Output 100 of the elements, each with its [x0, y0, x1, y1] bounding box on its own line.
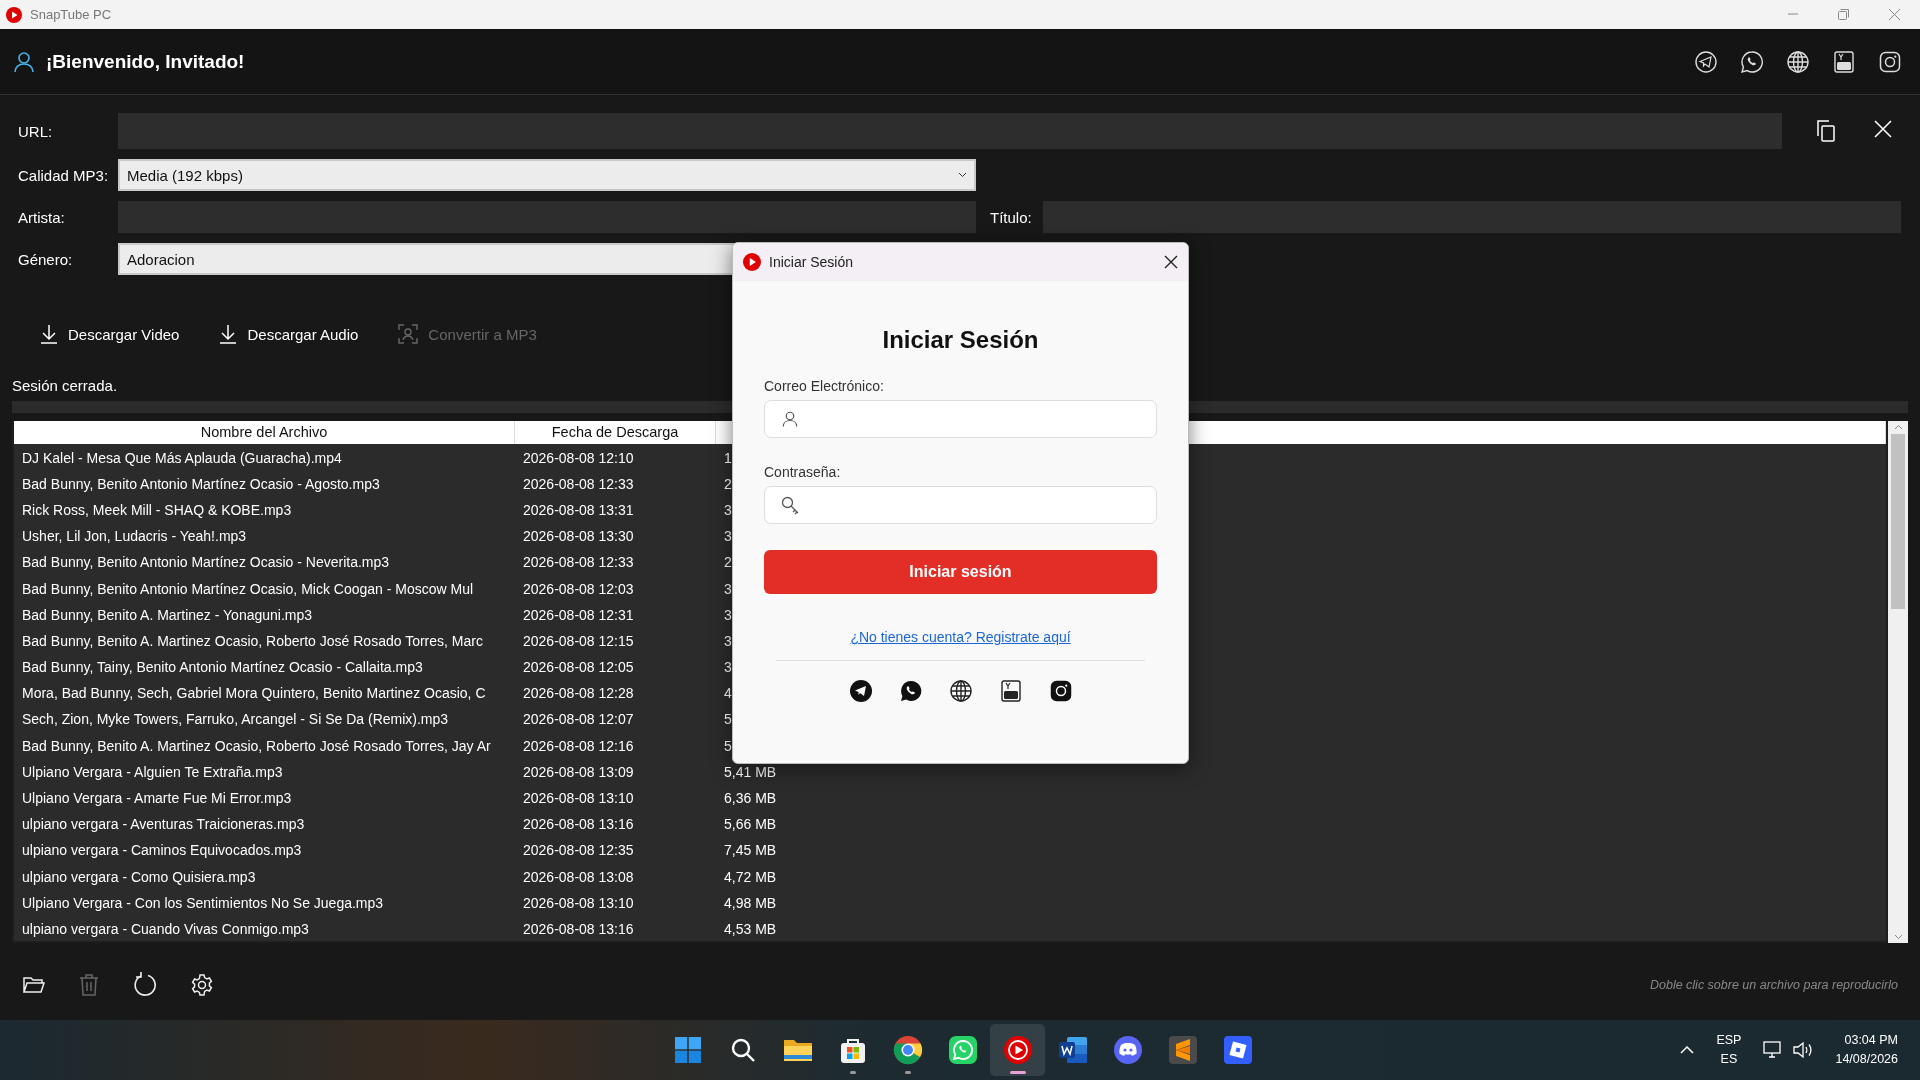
table-cell: 2026-08-08 13:31 [523, 501, 634, 518]
table-cell: 2026-08-08 12:33 [523, 554, 634, 571]
game-controller-icon[interactable] [1112, 1035, 1143, 1065]
chevron-up-icon[interactable] [1680, 1046, 1695, 1054]
table-cell: 3 [724, 659, 732, 676]
table-cell: 4,53 MB [724, 920, 777, 937]
paper-plane-icon[interactable] [848, 679, 873, 703]
table-cell: 2026-08-08 13:10 [523, 790, 634, 807]
video-logo-icon[interactable] [998, 679, 1023, 703]
table-cell: ulpiano vergara - Aventuras Traicioneras.mp3 [22, 816, 305, 833]
camera-icon[interactable] [1048, 679, 1073, 703]
table-cell: Bad Bunny, Benito A. Martinez Ocasio, Roberto José Rosado Torres, Marc [22, 632, 483, 649]
clock-time[interactable]: 03:04 PM [1844, 1031, 1898, 1050]
download-arrow-icon [219, 324, 238, 344]
artist-label: Artista: [17, 208, 66, 226]
table-cell: 3 [724, 580, 732, 597]
table-cell: 6,36 MB [724, 790, 777, 807]
taskbar-app[interactable] [990, 1024, 1045, 1076]
table-cell: 1 [724, 449, 732, 466]
table-cell: 4,98 MB [724, 894, 777, 911]
password-field[interactable] [764, 486, 1157, 524]
table-cell: 2026-08-08 12:15 [523, 632, 634, 649]
table-cell: 2026-08-08 12:10 [523, 449, 634, 466]
document-icon[interactable] [1057, 1036, 1088, 1064]
table-cell: 5,41 MB [724, 763, 777, 780]
play-icon[interactable] [1002, 1035, 1033, 1065]
password-label: Contraseña: [764, 464, 842, 480]
quality-select[interactable]: Media (192 kbps) [118, 159, 976, 191]
table-cell: ulpiano vergara - Como Quisiera.mp3 [22, 868, 256, 885]
restore-icon[interactable] [1838, 9, 1849, 20]
user-icon [12, 49, 36, 74]
title-label: Título: [989, 208, 1033, 226]
table-cell: Rick Ross, Meek Mill - SHAQ & KOBE.mp3 [22, 501, 292, 518]
table-cell: ulpiano vergara - Caminos Equivocados.mp3 [22, 842, 302, 859]
speaker-icon[interactable] [1793, 1041, 1814, 1059]
download-button[interactable]: Descargar Video [40, 319, 180, 349]
scroll-up-icon[interactable] [1893, 424, 1903, 430]
table-cell: 2026-08-08 12:07 [523, 711, 634, 728]
url-label: URL: [17, 122, 54, 140]
table-cell: 2026-08-08 13:10 [523, 894, 634, 911]
table-cell: 5 [724, 737, 732, 754]
table-cell: Ulpiano Vergara - Amarte Fue Mi Error.mp3 [22, 790, 292, 807]
globe-icon[interactable] [948, 679, 973, 703]
quality-label: Calidad MP3: [17, 166, 110, 184]
table-cell: 5,66 MB [724, 816, 777, 833]
clock-date[interactable]: 14/08/2026 [1835, 1050, 1898, 1069]
table-cell: Bad Bunny, Benito A. Martinez Ocasio, Roberto José Rosado Torres, Jay Ar [22, 737, 491, 754]
table-cell: 3 [724, 528, 732, 545]
language-indicator[interactable]: ESP [1716, 1031, 1742, 1050]
table-cell: 3 [724, 501, 732, 518]
settings-button[interactable] [190, 973, 214, 997]
table-cell: 3 [724, 606, 732, 623]
copy-button[interactable] [1816, 120, 1836, 142]
welcome-greeting: ¡Bienvenido, Invitado! [46, 50, 245, 73]
dialog-heading: Iniciar Sesión [881, 326, 1040, 354]
close-button[interactable] [1164, 255, 1178, 269]
browser-icon[interactable] [892, 1035, 923, 1065]
table-cell: 3 [724, 632, 732, 649]
email-field[interactable] [764, 400, 1157, 438]
video-logo-icon[interactable] [1832, 49, 1856, 74]
phone-bubble-icon[interactable] [947, 1035, 978, 1065]
table-cell: Mora, Bad Bunny, Sech, Gabriel Mora Quintero, Benito Martinez Ocasio, C [22, 685, 486, 702]
table-cell: 2026-08-08 13:16 [523, 920, 634, 937]
window-title: SnapTube PC [30, 7, 112, 22]
email-label: Correo Electrónico: [764, 378, 885, 394]
table-cell: Bad Bunny, Benito Antonio Martínez Ocasio - Neverita.mp3 [22, 554, 390, 571]
user-icon [781, 410, 799, 428]
shopping-bag-icon[interactable] [838, 1036, 867, 1064]
table-cell: Bad Bunny, Benito Antonio Martínez Ocasio - Agosto.mp3 [22, 475, 380, 492]
table-cell: 5 [724, 711, 732, 728]
table-cell: 2026-08-08 12:05 [523, 659, 634, 676]
folder-icon[interactable] [782, 1037, 813, 1063]
register-link[interactable]: ¿No tienes cuenta? Registrate aquí [850, 629, 1071, 645]
download-button[interactable]: Descargar Audio [219, 319, 359, 349]
status-text: Sesión cerrada. [12, 377, 118, 396]
editor-icon[interactable] [1168, 1036, 1197, 1064]
scrollbar-thumb[interactable] [1891, 434, 1905, 609]
paper-plane-icon[interactable] [1694, 49, 1718, 74]
person-frame-icon [398, 324, 419, 344]
table-cell: Ulpiano Vergara - Alguien Te Extraña.mp3 [22, 763, 283, 780]
table-cell: Bad Bunny, Benito A. Martinez - Yonaguni.mp3 [22, 606, 313, 623]
search-icon[interactable] [729, 1037, 756, 1063]
table-cell: 2026-08-08 12:31 [523, 606, 634, 623]
refresh-button[interactable] [132, 972, 158, 998]
start-icon[interactable] [674, 1037, 701, 1063]
table-cell: Bad Bunny, Tainy, Benito Antonio Martínez Ocasio - Callaita.mp3 [22, 659, 423, 676]
phone-bubble-icon[interactable] [1740, 49, 1764, 74]
dialog-title: Iniciar Sesión [769, 254, 854, 270]
scrollbar[interactable] [1888, 421, 1908, 943]
column-header[interactable]: Fecha de Descarga [515, 421, 716, 444]
keyboard-layout[interactable]: ES [1720, 1050, 1738, 1069]
tilted-square-icon[interactable] [1223, 1036, 1252, 1064]
close-icon[interactable] [1889, 9, 1900, 20]
camera-icon[interactable] [1878, 49, 1902, 74]
table-cell: 4 [724, 685, 732, 702]
login-button[interactable]: Iniciar sesión [764, 550, 1157, 594]
phone-bubble-icon[interactable] [898, 679, 923, 703]
column-header[interactable]: Nombre del Archivo [14, 421, 515, 444]
monitor-icon[interactable] [1763, 1041, 1784, 1059]
scroll-down-icon[interactable] [1893, 934, 1903, 940]
